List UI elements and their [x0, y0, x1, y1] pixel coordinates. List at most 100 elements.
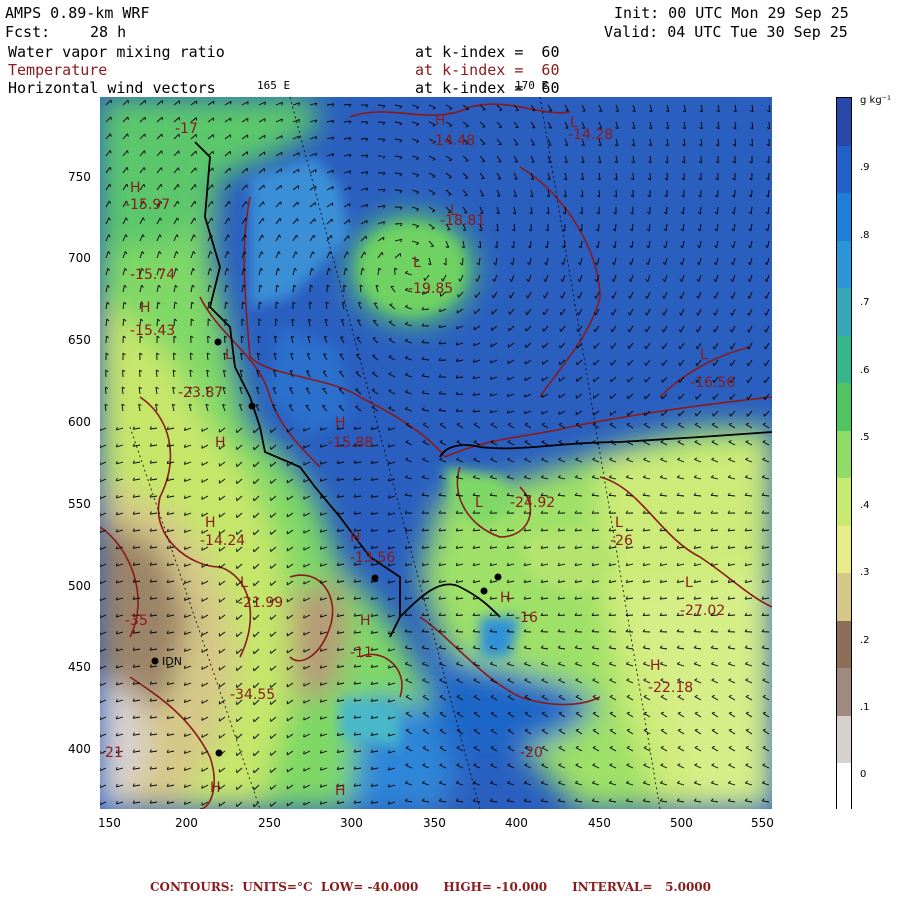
colorbar-segment — [837, 430, 851, 479]
colorbar-segment — [837, 477, 851, 526]
wind-barb-flag — [280, 201, 282, 205]
colorbar-level-label: .8 — [860, 230, 870, 241]
temp-label: -22.18 — [648, 680, 693, 696]
wind-barb — [530, 240, 532, 249]
wind-barb-flag — [332, 170, 334, 174]
wind-barb — [768, 121, 771, 130]
wind-barb-flag — [303, 564, 305, 568]
wind-barb-flag — [349, 187, 351, 191]
wind-barb — [104, 386, 107, 395]
wind-barb — [224, 335, 226, 344]
wind-barb — [591, 614, 600, 617]
init-time: Init: 00 UTC Mon 29 Sep 25 — [614, 4, 849, 22]
wind-barb-flag — [303, 513, 305, 517]
wind-barb-flag — [324, 336, 328, 338]
colorbar-segment — [837, 715, 851, 764]
x-tick-label: 150 — [98, 816, 121, 830]
wind-barb-flag — [303, 496, 305, 500]
high-marker: H — [350, 530, 361, 546]
wind-barb-flag — [355, 371, 359, 373]
wind-barb — [683, 206, 685, 215]
model-title: AMPS 0.89-km WRF — [5, 4, 150, 22]
wind-barb-flag — [212, 167, 214, 171]
colorbar-level-label: 0 — [860, 769, 867, 780]
wind-barb-flag — [498, 109, 503, 111]
station-marker-idn[interactable] — [151, 657, 159, 665]
wind-barb-flag — [255, 404, 259, 406]
forecast-label: Fcst: — [5, 23, 51, 41]
colorbar-level-label: .9 — [860, 162, 870, 173]
y-tick-label: 650 — [68, 333, 91, 347]
wind-barb — [761, 614, 770, 617]
wind-barb-flag — [178, 150, 180, 154]
wind-barb — [224, 301, 227, 310]
wind-barb — [540, 614, 549, 617]
colorbar-segment — [837, 240, 851, 289]
y-tick-label: 550 — [68, 497, 91, 511]
low-marker: L — [570, 115, 578, 131]
temp-label: -15.97 — [125, 197, 170, 213]
wind-barb-flag — [439, 308, 441, 312]
colorbar-level-label: .2 — [860, 635, 870, 646]
station-marker[interactable] — [480, 587, 488, 595]
wind-barb-flag — [559, 345, 561, 349]
wind-barb-flag — [303, 479, 305, 483]
high-marker: H — [435, 113, 446, 129]
wind-barb — [309, 284, 311, 293]
wind-barb-flag — [144, 133, 146, 137]
station-marker[interactable] — [248, 402, 256, 410]
low-marker: L — [685, 575, 693, 591]
high-marker: H — [650, 658, 661, 674]
valid-time: Valid: 04 UTC Tue 30 Sep 25 — [604, 23, 848, 41]
low-marker: L — [450, 203, 458, 219]
station-marker[interactable] — [494, 573, 502, 581]
wind-barb — [614, 223, 617, 232]
colorbar-segment — [837, 192, 851, 241]
wind-barb — [767, 189, 770, 198]
station-marker[interactable] — [214, 338, 222, 346]
meridian-label-165e: 165 E — [257, 79, 291, 92]
x-tick-label: 550 — [751, 816, 774, 830]
field-level-mixing-ratio: at k-index = 60 — [415, 43, 560, 61]
colorbar-segment — [837, 572, 851, 621]
wind-barb-flag — [338, 405, 342, 407]
wind-barb-flag — [264, 101, 266, 105]
wind-barb-flag — [303, 802, 305, 806]
colorbar-segment — [837, 620, 851, 669]
y-tick-label: 600 — [68, 415, 91, 429]
wind-barb — [734, 138, 737, 147]
wind-barb — [489, 614, 498, 617]
field-name-wind: Horizontal wind vectors — [8, 79, 216, 97]
x-tick-label: 450 — [588, 816, 611, 830]
high-marker: H — [500, 590, 511, 606]
temp-label: -16 — [515, 610, 538, 626]
wind-barb-flag — [289, 370, 294, 372]
low-marker: L — [240, 575, 248, 591]
low-marker: L — [615, 515, 623, 531]
wind-barb-flag — [229, 167, 231, 172]
x-tick-label: 400 — [505, 816, 528, 830]
y-tick-label: 400 — [68, 742, 91, 756]
wind-barb-flag — [541, 411, 543, 415]
wind-barb-flag — [627, 379, 629, 383]
map-canvas[interactable]: -15.97 -15.74 -15.43 -23.87 -14.24 -21.9… — [100, 97, 772, 809]
wind-barb-flag — [695, 413, 697, 417]
low-marker: L — [475, 495, 483, 511]
wind-barb — [574, 614, 583, 617]
station-marker[interactable] — [215, 749, 223, 757]
wind-barb-flag — [456, 325, 458, 329]
map-panel[interactable]: -15.97 -15.74 -15.43 -23.87 -14.24 -21.9… — [100, 97, 772, 809]
x-tick-label: 350 — [423, 816, 446, 830]
y-tick-label: 700 — [68, 251, 91, 265]
wind-barb-flag — [482, 126, 486, 128]
wind-barb — [751, 189, 753, 198]
wind-barb-flag — [303, 462, 305, 466]
colorbar-level-label: .5 — [860, 432, 870, 443]
wind-barb-flag — [481, 143, 486, 145]
wind-barb-flag — [462, 229, 466, 231]
temp-label: -17 — [175, 121, 198, 137]
high-marker: H — [210, 780, 221, 796]
station-marker[interactable] — [371, 574, 379, 582]
wind-barb — [421, 342, 430, 344]
wind-barb-flag — [307, 353, 311, 355]
